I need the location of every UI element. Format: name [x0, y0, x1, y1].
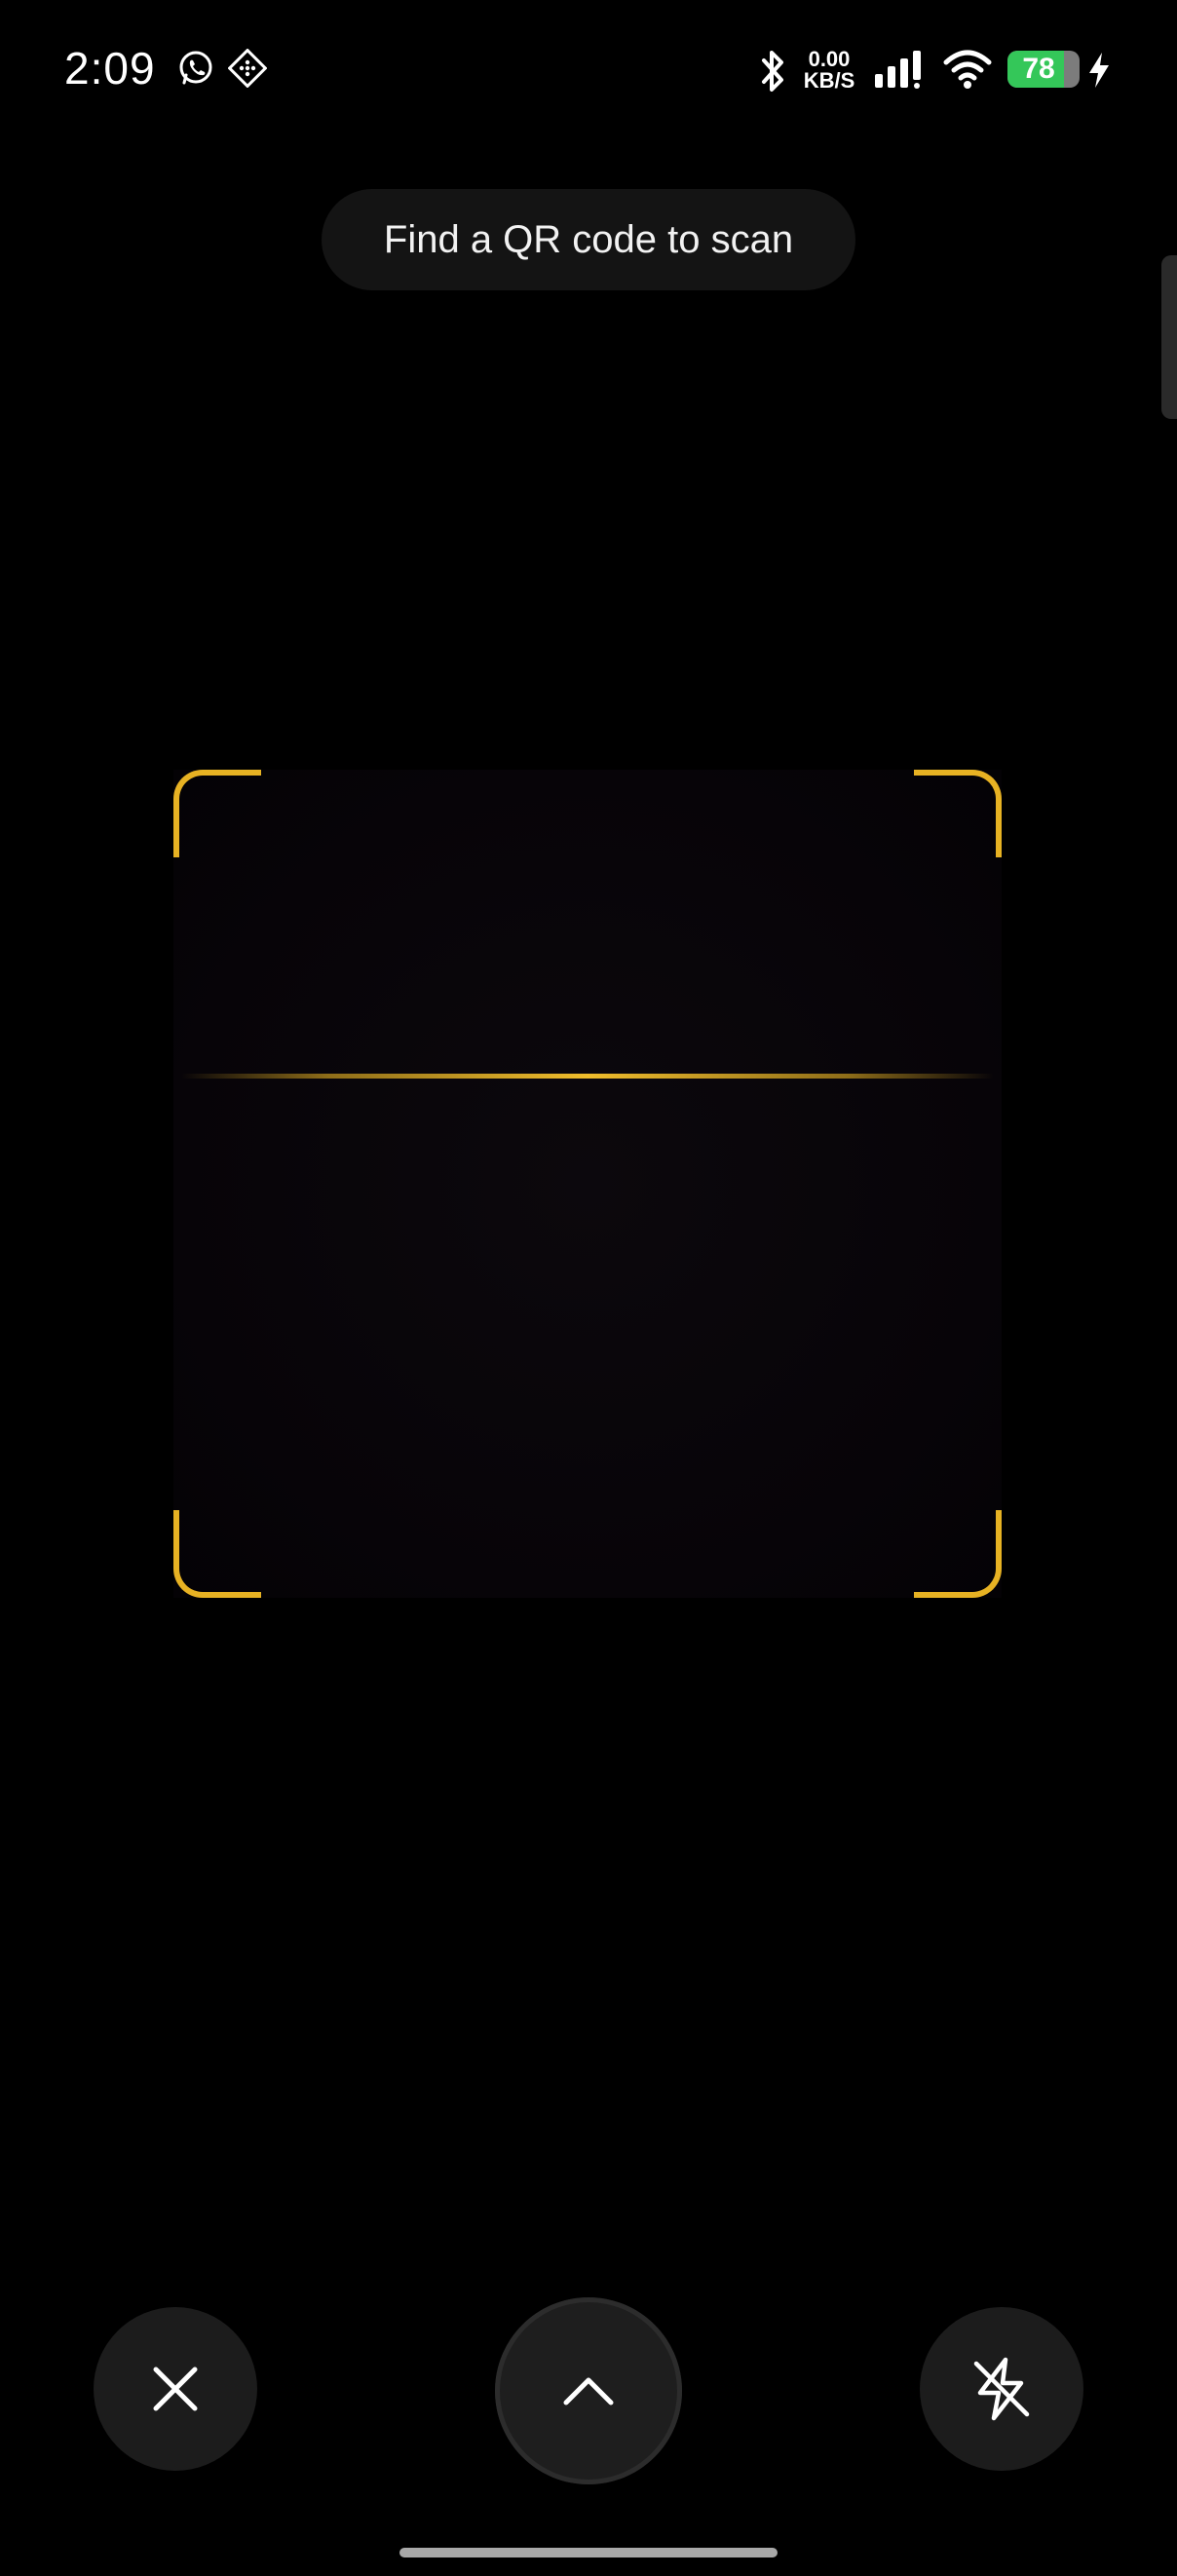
viewfinder-corner-top-left [173, 770, 261, 857]
status-time: 2:09 [64, 43, 156, 94]
flash-off-icon [973, 2357, 1030, 2421]
viewfinder-corner-top-right [914, 770, 1002, 857]
network-speed-unit: KB/S [803, 68, 855, 93]
flashlight-toggle-button[interactable] [920, 2307, 1083, 2471]
home-indicator[interactable] [399, 2548, 778, 2557]
battery-level: 78 [1022, 53, 1055, 85]
bluetooth-icon [762, 51, 783, 92]
app-notification-icon [228, 49, 267, 88]
signal-icon [875, 51, 921, 89]
network-speed: 0.00 KB/S [802, 49, 856, 92]
viewfinder-corner-bottom-left [173, 1510, 261, 1598]
close-button[interactable] [94, 2307, 257, 2471]
charging-bolt-icon [1089, 53, 1109, 88]
whatsapp-icon [179, 51, 212, 85]
chevron-up-icon [563, 2377, 614, 2406]
network-speed-value: 0.00 [808, 47, 851, 71]
close-icon [153, 2367, 198, 2411]
expand-button[interactable] [495, 2297, 682, 2484]
scan-hint: Find a QR code to scan [322, 189, 855, 290]
viewfinder-corner-bottom-right [914, 1510, 1002, 1598]
scan-viewfinder [173, 770, 1002, 1598]
scan-line [181, 1074, 994, 1079]
wifi-icon [943, 50, 992, 89]
edge-panel-handle[interactable] [1161, 255, 1177, 419]
battery-indicator: 78 [1007, 51, 1080, 88]
status-bar: 2:09 0.00 KB/S 78 [0, 0, 1177, 136]
